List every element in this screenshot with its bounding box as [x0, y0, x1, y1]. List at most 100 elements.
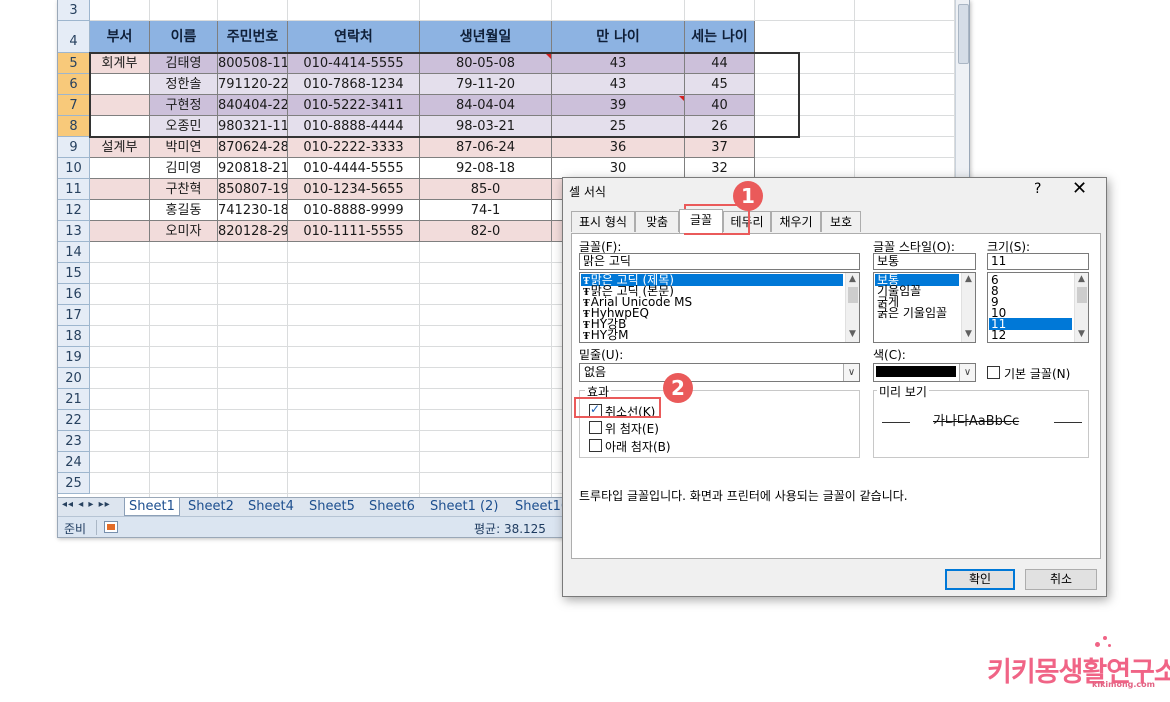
scroll-down-icon[interactable]: ▼ [1078, 329, 1085, 339]
row-header[interactable]: 17 [58, 305, 90, 326]
row-header[interactable]: 21 [58, 389, 90, 410]
table-cell[interactable] [90, 158, 150, 179]
table-cell[interactable]: 정한솔 [150, 74, 218, 95]
table-cell[interactable]: 87-06-24 [420, 137, 552, 158]
table-cell[interactable]: 850807-1928389 [218, 179, 288, 200]
tab-alignment[interactable]: 맞춤 [635, 211, 679, 232]
tab-protection[interactable]: 보호 [821, 211, 861, 232]
tab-number-format[interactable]: 표시 형식 [571, 211, 635, 232]
sheet-tab[interactable]: Sheet5 [305, 498, 359, 516]
size-list-scrollbar[interactable]: ▲ ▼ [1074, 273, 1088, 342]
table-cell[interactable]: 98-03-21 [420, 116, 552, 137]
header-cell[interactable]: 부서 [90, 21, 150, 53]
row-header[interactable]: 9 [58, 137, 90, 158]
close-icon[interactable]: ✕ [1072, 178, 1087, 199]
table-cell[interactable]: 840404-2244556 [218, 95, 288, 116]
comment-indicator-icon[interactable] [679, 96, 684, 101]
table-cell[interactable]: 010-4444-5555 [288, 158, 420, 179]
table-cell[interactable]: 980321-1144556 [218, 116, 288, 137]
table-cell[interactable]: 구현정 [150, 95, 218, 116]
sheet-nav-buttons[interactable]: ◂◂ ◂ ▸ ▸▸ [62, 499, 111, 510]
table-cell[interactable]: 74-1 [420, 200, 552, 221]
scroll-up-icon[interactable]: ▲ [965, 274, 972, 284]
strikethrough-checkbox[interactable] [589, 402, 602, 417]
header-cell[interactable]: 생년월일 [420, 21, 552, 53]
table-cell[interactable]: 010-2222-3333 [288, 137, 420, 158]
row-header[interactable]: 4 [58, 21, 90, 53]
table-cell[interactable]: 92-08-18 [420, 158, 552, 179]
table-cell[interactable]: 010-8888-4444 [288, 116, 420, 137]
row-header[interactable]: 11 [58, 179, 90, 200]
table-cell[interactable]: 85-0 [420, 179, 552, 200]
table-cell[interactable]: 010-1111-5555 [288, 221, 420, 242]
table-cell[interactable]: 39 [552, 95, 685, 116]
sheet-tab[interactable]: Sheet1 [124, 498, 180, 516]
macro-record-icon[interactable] [104, 521, 118, 533]
header-cell[interactable]: 만 나이 [552, 21, 685, 53]
list-item[interactable]: 굵은 기울임꼴 [875, 307, 959, 319]
help-button[interactable]: ? [1034, 181, 1041, 197]
font-style-listbox[interactable]: ▲ ▼ 보통 기울임꼴 굵게 굵은 기울임꼴 [873, 272, 976, 343]
sheet-tab[interactable]: Sheet2 [184, 498, 238, 516]
table-cell[interactable]: 920818-2112233 [218, 158, 288, 179]
cancel-button[interactable]: 취소 [1025, 569, 1097, 590]
tab-border[interactable]: 테두리 [723, 211, 771, 232]
chevron-down-icon[interactable]: ∨ [843, 364, 859, 381]
table-cell[interactable]: 박미연 [150, 137, 218, 158]
table-cell[interactable]: 010-5222-3411 [288, 95, 420, 116]
row-header[interactable]: 14 [58, 242, 90, 263]
scroll-down-icon[interactable]: ▼ [849, 329, 856, 339]
table-cell[interactable]: 79-11-20 [420, 74, 552, 95]
table-cell[interactable]: 010-8888-9999 [288, 200, 420, 221]
subscript-checkbox[interactable] [589, 439, 602, 452]
font-color-picker[interactable]: ∨ [873, 363, 976, 382]
chevron-down-icon[interactable]: ∨ [959, 364, 975, 381]
scrollbar-thumb[interactable] [1077, 287, 1087, 303]
font-size-input[interactable]: 11 [987, 253, 1089, 270]
style-list-scrollbar[interactable]: ▲ ▼ [961, 273, 975, 342]
font-size-listbox[interactable]: ▲ ▼ 6 8 9 10 11 12 [987, 272, 1089, 343]
font-listbox[interactable]: ▲ ▼ Ŧ맑은 고딕 (제목) Ŧ맑은 고딕 (본문) ŦArial Unicode… [579, 272, 860, 343]
table-cell[interactable]: 44 [685, 53, 755, 74]
table-cell[interactable]: 김태영 [150, 53, 218, 74]
header-cell[interactable]: 주민번호 [218, 21, 288, 53]
row-header[interactable]: 10 [58, 158, 90, 179]
table-cell[interactable] [90, 116, 150, 137]
table-cell[interactable]: 84-04-04 [420, 95, 552, 116]
table-cell[interactable]: 800508-1122334 [218, 53, 288, 74]
row-header[interactable]: 13 [58, 221, 90, 242]
list-item[interactable]: 12 [989, 329, 1072, 341]
sheet-tab[interactable]: Sheet6 [365, 498, 419, 516]
comment-indicator-icon[interactable] [546, 54, 551, 59]
table-cell[interactable]: 010-7868-1234 [288, 74, 420, 95]
table-cell[interactable]: 870624-2889901 [218, 137, 288, 158]
table-cell[interactable] [90, 179, 150, 200]
default-font-checkbox[interactable] [987, 366, 1000, 379]
underline-select[interactable]: 없음 ∨ [579, 363, 860, 382]
table-cell[interactable]: 791120-2233445 [218, 74, 288, 95]
table-cell[interactable]: 43 [552, 53, 685, 74]
tab-font[interactable]: 글꼴 [679, 209, 723, 233]
header-cell[interactable]: 연락처 [288, 21, 420, 53]
table-cell[interactable]: 김미영 [150, 158, 218, 179]
header-cell[interactable]: 세는 나이 [685, 21, 755, 53]
table-cell[interactable]: 설계부 [90, 137, 150, 158]
table-cell[interactable]: 741230-1827365 [218, 200, 288, 221]
row-header[interactable]: 25 [58, 473, 90, 494]
scroll-down-icon[interactable]: ▼ [965, 329, 972, 339]
scroll-up-icon[interactable]: ▲ [1078, 274, 1085, 284]
scroll-up-icon[interactable]: ▲ [849, 274, 856, 284]
table-cell[interactable]: 80-05-08 [420, 53, 552, 74]
table-cell[interactable]: 36 [552, 137, 685, 158]
row-header[interactable]: 12 [58, 200, 90, 221]
row-header[interactable]: 5 [58, 53, 90, 74]
row-header[interactable]: 18 [58, 326, 90, 347]
table-cell[interactable]: 30 [552, 158, 685, 179]
table-cell[interactable]: 25 [552, 116, 685, 137]
table-cell[interactable]: 32 [685, 158, 755, 179]
row-header[interactable]: 23 [58, 431, 90, 452]
sheet-tab[interactable]: Sheet1 (2) [426, 498, 502, 516]
list-item[interactable]: ŦHY강M [581, 329, 843, 342]
table-cell[interactable]: 820128-2980971 [218, 221, 288, 242]
sheet-tab[interactable]: Sheet4 [244, 498, 298, 516]
